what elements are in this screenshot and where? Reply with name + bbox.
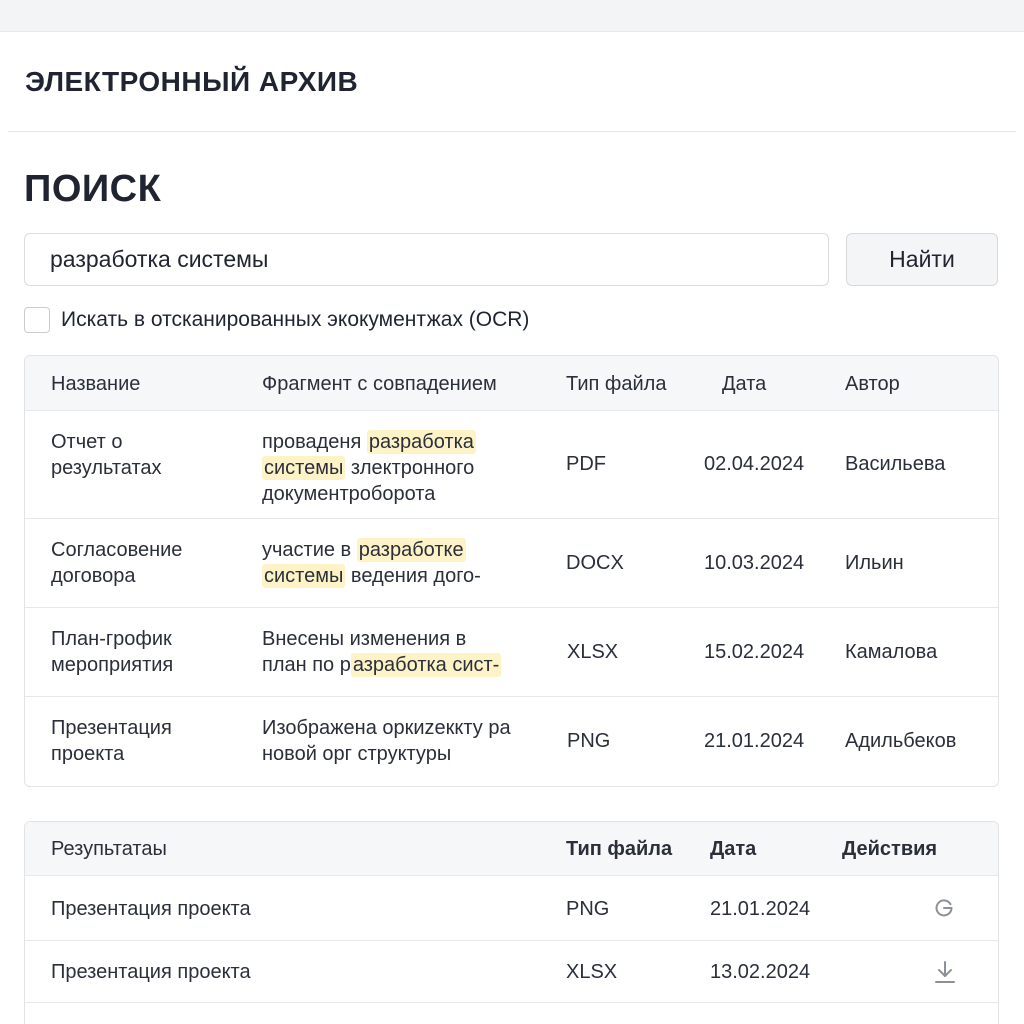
table-header: Резупьтатаы Тип файла Дата Действия xyxy=(25,822,998,876)
match-fragment: Внесены изменения в план по р азработка с… xyxy=(262,628,502,677)
table-row[interactable]: Презентация проекта Изображена оркиzеккт… xyxy=(25,697,998,786)
match-fragment: Изображена оркиzеккту ра новой орг струк… xyxy=(262,717,511,765)
match-highlight: азработка сист- xyxy=(350,653,502,677)
search-input[interactable] xyxy=(24,233,829,286)
column-header-type[interactable]: Тип файла xyxy=(566,373,666,396)
author: Васильева xyxy=(845,453,946,475)
table-row[interactable]: Отчет о результатах проваденя разработка… xyxy=(25,411,998,519)
column-header-type[interactable]: Тип файла xyxy=(566,838,672,861)
refresh-icon[interactable] xyxy=(932,896,956,920)
match-highlight: разработке xyxy=(356,538,466,562)
ocr-label: Искать в отсканированных экокументжах (O… xyxy=(61,308,530,331)
match-fragment: проваденя разработка системы злектронног… xyxy=(262,430,476,505)
table-row[interactable]: Согласовение договора участие в разработ… xyxy=(25,519,998,608)
file-type: XLSX xyxy=(566,961,618,983)
match-highlight: системы xyxy=(262,564,346,588)
date: 02.04.2024 xyxy=(704,453,805,475)
date: 15.02.2024 xyxy=(704,641,805,663)
search-results-table: Название Фрагмент с совпадением Тип файл… xyxy=(24,355,999,787)
column-header-author[interactable]: Автор xyxy=(845,373,900,396)
table-row[interactable]: Презентация проекта PNG 21.01.2024 xyxy=(25,876,998,941)
ocr-option[interactable]: Искать в отсканированных экокументжах (O… xyxy=(24,307,529,333)
column-header-date[interactable]: Дата xyxy=(722,373,766,396)
result-name[interactable]: Согласовение договора xyxy=(51,537,182,589)
table-header: Название Фрагмент с совпадением Тип файл… xyxy=(25,356,998,411)
column-header-fragment[interactable]: Фрагмент с совпадением xyxy=(262,373,497,396)
table-row[interactable] xyxy=(25,1003,998,1024)
file-type: PNG xyxy=(566,898,610,920)
column-header-results[interactable]: Резупьтатаы xyxy=(51,838,167,861)
file-type: XLSX xyxy=(567,641,619,663)
result-name[interactable]: Презентация проекта xyxy=(51,715,172,767)
app-header: ЭЛЕКТРОННЫЙ АРХИВ xyxy=(8,32,1016,132)
file-type: PNG xyxy=(567,730,611,752)
date: 13.02.2024 xyxy=(710,961,811,983)
column-header-actions: Действия xyxy=(842,838,938,860)
author: Адильбеков xyxy=(845,730,957,752)
ocr-checkbox[interactable] xyxy=(24,307,50,333)
table-row[interactable]: План-грофик мероприятия Внесены изменени… xyxy=(25,608,998,697)
result-name[interactable]: Отчет о результатах xyxy=(51,429,162,481)
author: Камалова xyxy=(845,641,938,663)
result-name[interactable]: План-грофик мероприятия xyxy=(51,626,173,678)
match-fragment: участие в разработке системы ведения дог… xyxy=(262,538,481,588)
date: 21.01.2024 xyxy=(704,730,805,752)
column-header-name[interactable]: Название xyxy=(51,373,140,396)
date: 21.01.2024 xyxy=(710,898,811,920)
table-row[interactable]: Презентация проекта XLSX 13.02.2024 xyxy=(25,941,998,1003)
column-header-date[interactable]: Дата xyxy=(710,838,756,861)
page-title: ПОИСК xyxy=(24,168,162,210)
files-table: Резупьтатаы Тип файла Дата Действия През… xyxy=(24,821,999,1024)
app-title: ЭЛЕКТРОННЫЙ АРХИВ xyxy=(25,66,359,97)
match-highlight: системы xyxy=(262,456,346,480)
search-button[interactable]: Найти xyxy=(846,233,998,286)
file-type: PDF xyxy=(566,453,606,475)
author: Ильин xyxy=(845,552,904,574)
match-highlight: разработка xyxy=(366,430,476,454)
browser-top-strip xyxy=(0,0,1024,32)
file-type: DOCX xyxy=(566,552,624,574)
date: 10.03.2024 xyxy=(704,552,805,574)
file-name[interactable]: Презентация проекта xyxy=(51,896,251,922)
file-name[interactable]: Презентация проекта xyxy=(51,959,251,985)
download-icon[interactable] xyxy=(933,959,957,985)
